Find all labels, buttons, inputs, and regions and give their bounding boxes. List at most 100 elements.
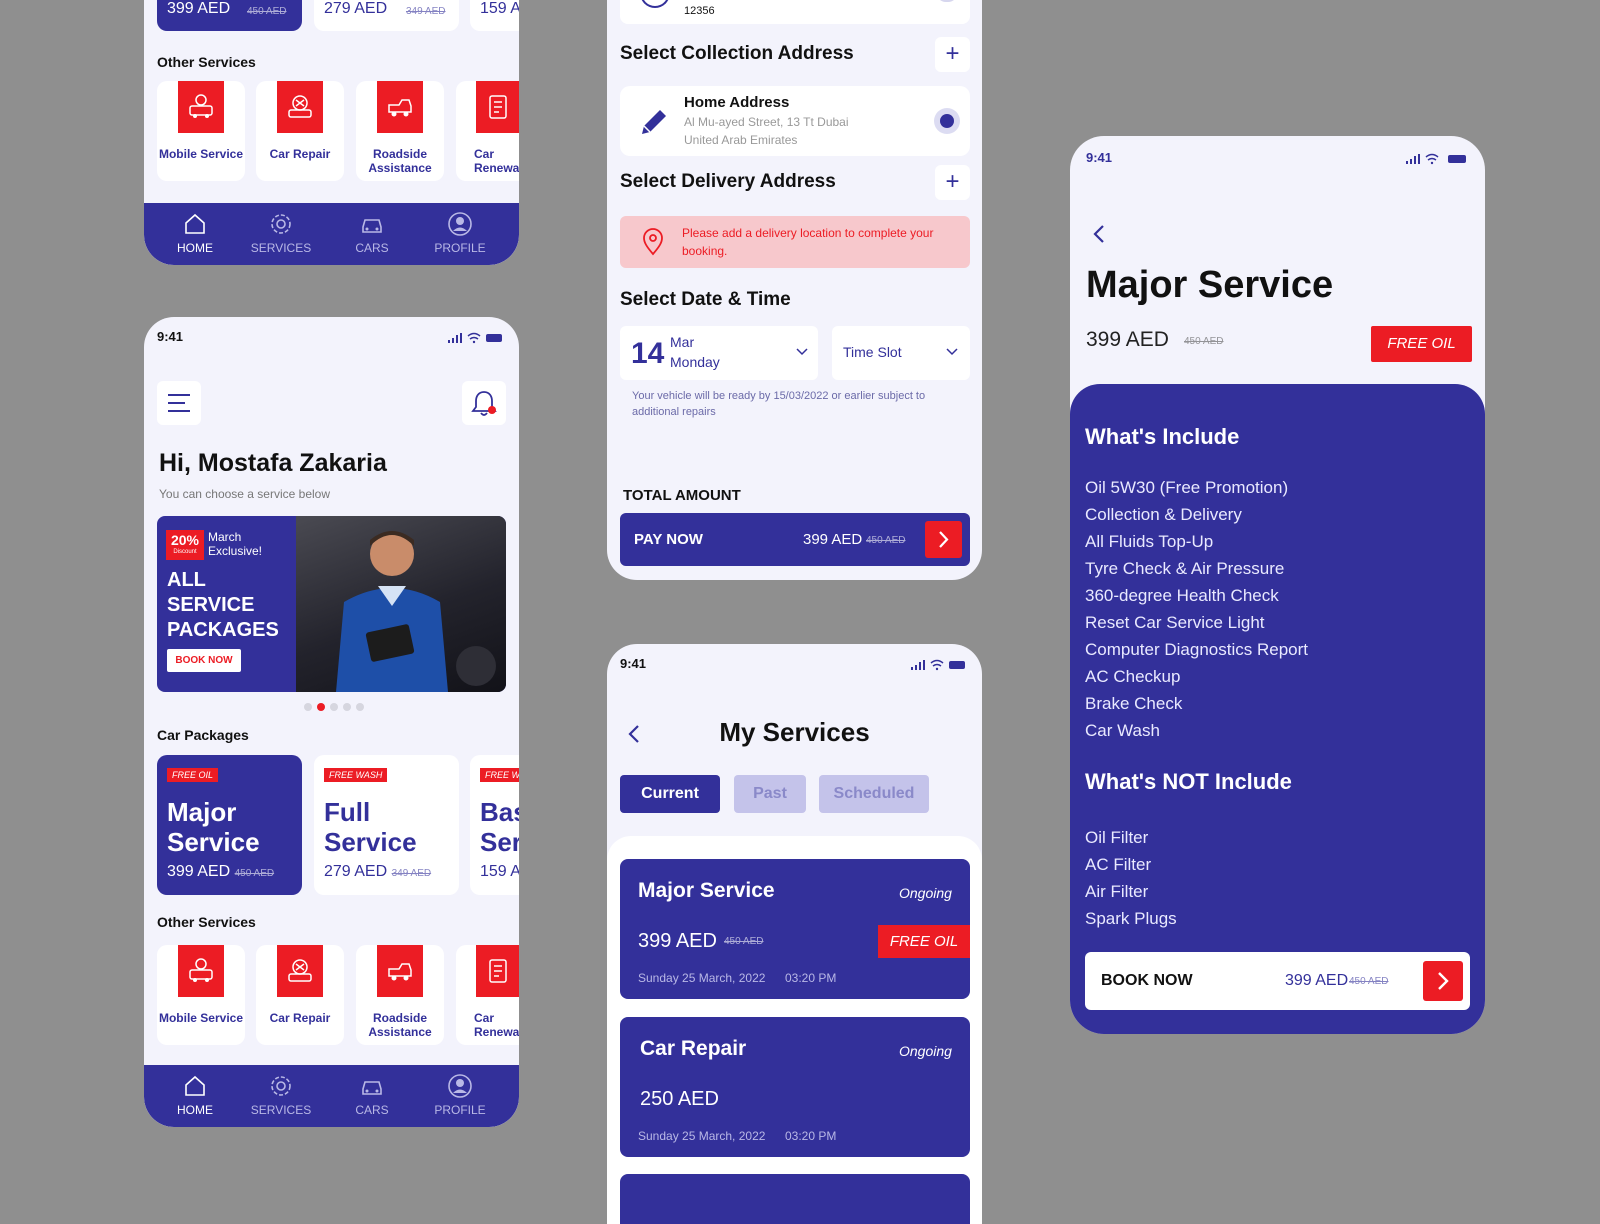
title-line: Ser: [480, 827, 519, 857]
package-card-basic[interactable]: FREE WA BasSer 159 A: [470, 755, 519, 895]
my-services-screen: 9:41 My Services Current Past Scheduled …: [607, 644, 982, 1224]
service-tile-mobile[interactable]: Mobile Service: [157, 945, 245, 1045]
chevron-down-icon: [946, 348, 958, 356]
pencil-icon: [642, 110, 666, 134]
package-card[interactable]: 399 AED 450 AED: [157, 0, 302, 31]
selected-radio[interactable]: [934, 108, 960, 134]
package-card-full[interactable]: FREE WASH Full Service 279 AED 349 AED: [314, 755, 459, 895]
status-badge: Ongoing: [899, 1043, 952, 1059]
pay-now-button[interactable]: PAY NOW 399 AED 450 AED: [620, 513, 970, 566]
nav-home[interactable]: HOME: [155, 1073, 235, 1117]
chevron-right-icon: [939, 531, 949, 548]
discount-badge: 20% Discount: [166, 530, 204, 560]
package-price: 279 AED: [324, 863, 388, 880]
add-delivery-button[interactable]: +: [935, 165, 970, 200]
package-card[interactable]: 159 A: [470, 0, 519, 31]
nav-services[interactable]: SERVICES: [241, 1073, 321, 1117]
include-item: Brake Check: [1085, 694, 1183, 713]
package-tag: FREE WA: [480, 768, 519, 782]
add-collection-button[interactable]: +: [935, 37, 970, 72]
service-price: 399 AED: [638, 930, 717, 952]
include-item: 360-degree Health Check: [1085, 586, 1279, 605]
address-card[interactable]: Home Address Al Mu-ayed Street, 13 Tt Du…: [620, 86, 970, 156]
vehicle-card[interactable]: 12356: [620, 0, 970, 24]
roadside-icon: [377, 81, 423, 133]
pay-arrow-button[interactable]: [925, 521, 962, 558]
exclude-item: Air Filter: [1085, 882, 1149, 901]
carousel-dots[interactable]: [303, 699, 367, 717]
notifications-button[interactable]: [462, 381, 506, 425]
include-item: Computer Diagnostics Report: [1085, 640, 1308, 659]
include-item: Car Wash: [1085, 721, 1160, 740]
package-title: Major Service: [167, 797, 292, 857]
book-label: BOOK NOW: [1101, 972, 1193, 989]
total-label: TOTAL AMOUNT: [623, 487, 741, 504]
tab-scheduled[interactable]: Scheduled: [819, 775, 929, 813]
pay-price: 399 AED: [803, 531, 863, 548]
package-old-price: 450 AED: [247, 6, 287, 17]
car-icon: [362, 1081, 382, 1095]
package-title: Full Service: [324, 797, 449, 857]
gear-icon: [271, 1076, 291, 1096]
radio-dot: [940, 114, 954, 128]
time-slot-picker[interactable]: Time Slot: [832, 326, 970, 380]
nav-profile[interactable]: PROFILE: [420, 1073, 500, 1117]
service-tile-repair[interactable]: Car Repair: [256, 81, 344, 181]
mobile-service-icon: [178, 81, 224, 133]
exclude-item: AC Filter: [1085, 855, 1152, 874]
tab-past[interactable]: Past: [734, 775, 806, 813]
service-tile-renewal[interactable]: Car Renewa: [456, 945, 519, 1045]
greeting-subtitle: You can choose a service below: [159, 487, 330, 501]
service-tile-roadside[interactable]: Roadside Assistance: [356, 945, 444, 1045]
service-date: Sunday 25 March, 2022: [638, 1129, 766, 1143]
tab-current[interactable]: Current: [620, 775, 720, 813]
package-card-major[interactable]: FREE OIL Major Service 399 AED 450 AED: [157, 755, 302, 895]
pay-old-price: 450 AED: [866, 535, 906, 546]
book-arrow-button[interactable]: [1423, 961, 1463, 1001]
nav-label: CARS: [355, 1103, 389, 1117]
bottom-nav: HOME SERVICES CARS PROFILE: [144, 1065, 519, 1127]
delivery-alert: Please add a delivery location to comple…: [620, 216, 970, 268]
greeting: Hi, Mostafa Zakaria: [159, 449, 387, 477]
nav-label: HOME: [177, 1103, 213, 1117]
package-old-price: 349 AED: [391, 868, 432, 879]
service-card-major[interactable]: Major Service Ongoing 399 AED 450 AED FR…: [620, 859, 970, 999]
exclude-title: What's NOT Include: [1085, 769, 1292, 794]
service-label: Mobile Service: [158, 1011, 244, 1025]
package-price: 279 AED: [324, 0, 388, 17]
service-label: Car Repair: [269, 147, 331, 161]
date-month: Mar: [670, 334, 695, 350]
exclude-item: Oil Filter: [1085, 828, 1149, 847]
nav-cars[interactable]: CARS: [332, 211, 412, 255]
service-old-price: 450 AED: [724, 936, 764, 947]
package-price: 159 A: [480, 863, 519, 880]
status-time: 9:41: [157, 329, 184, 344]
back-arrow-icon[interactable]: [1092, 224, 1106, 244]
service-tile-mobile[interactable]: Mobile Service: [157, 81, 245, 181]
date-day: 14: [631, 337, 665, 370]
book-now-bar[interactable]: BOOK NOW 399 AED 450 AED: [1085, 952, 1470, 1010]
datetime-title: Select Date & Time: [620, 289, 791, 310]
date-picker[interactable]: 14 Mar Monday: [620, 326, 818, 380]
status-badge: Ongoing: [899, 885, 952, 901]
service-tile-renewal[interactable]: Car Renewa: [456, 81, 519, 181]
home-screen-top: 399 AED 450 AED 279 AED 349 AED 159 A Ot…: [144, 0, 519, 265]
menu-button[interactable]: [157, 381, 201, 425]
service-tag: FREE OIL: [878, 925, 970, 958]
location-pin-icon: [643, 228, 663, 256]
service-card-repair[interactable]: Car Repair Ongoing 250 AED Sunday 25 Mar…: [620, 1017, 970, 1157]
page-title: My Services: [719, 717, 870, 747]
package-card[interactable]: 279 AED 349 AED: [314, 0, 459, 31]
book-now-button[interactable]: BOOK NOW: [167, 649, 241, 672]
nav-profile[interactable]: PROFILE: [420, 211, 500, 255]
service-tile-repair[interactable]: Car Repair: [256, 945, 344, 1045]
promo-banner[interactable]: 20% Discount March Exclusive! ALL SERVIC…: [157, 516, 506, 692]
include-item: Collection & Delivery: [1085, 505, 1242, 524]
book-old-price: 450 AED: [1349, 976, 1389, 987]
nav-home[interactable]: HOME: [155, 211, 235, 255]
service-card-roadside[interactable]: [620, 1174, 970, 1224]
nav-cars[interactable]: CARS: [332, 1073, 412, 1117]
service-tile-roadside[interactable]: Roadside Assistance: [356, 81, 444, 181]
nav-services[interactable]: SERVICES: [241, 211, 321, 255]
include-item: AC Checkup: [1085, 667, 1181, 686]
